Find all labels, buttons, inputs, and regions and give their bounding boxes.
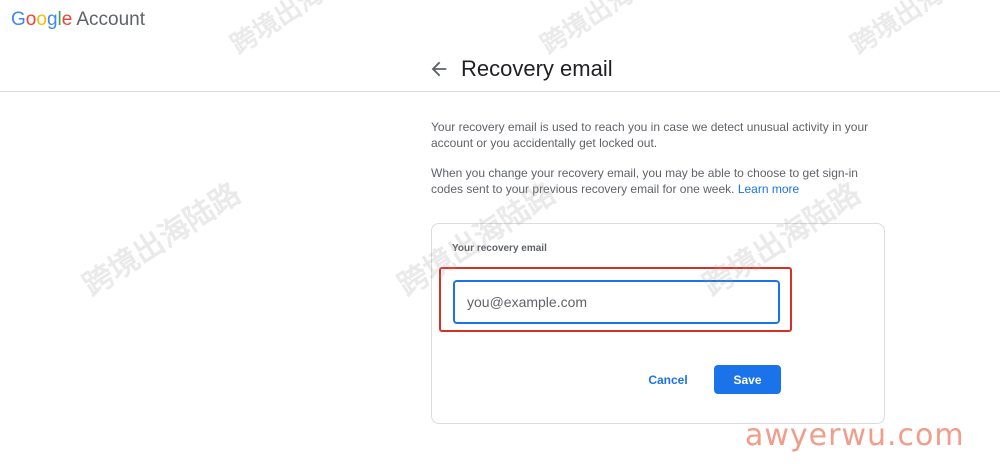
back-arrow-icon[interactable]: [428, 58, 450, 80]
page-title: Recovery email: [461, 56, 613, 81]
logo-letter: G: [11, 9, 26, 30]
save-button[interactable]: Save: [714, 365, 781, 394]
field-label: Your recovery email: [452, 243, 547, 254]
logo-letter: o: [36, 9, 47, 30]
description-paragraph: Your recovery email is used to reach you…: [431, 120, 869, 150]
top-bar: Google Account: [0, 0, 1000, 40]
logo-letter: o: [25, 9, 37, 30]
description-paragraph: When you change your recovery email, you…: [431, 165, 891, 197]
learn-more-link[interactable]: Learn more: [738, 182, 799, 196]
recovery-email-input[interactable]: [453, 280, 780, 324]
logo-product-name: Account: [76, 9, 145, 30]
cancel-button[interactable]: Cancel: [637, 366, 699, 394]
logo-letter: g: [46, 9, 58, 30]
logo-letter: e: [61, 9, 73, 30]
google-account-logo[interactable]: Google Account: [11, 8, 145, 32]
watermark-text: 跨境出海陆路: [76, 176, 247, 304]
header-divider: [0, 91, 1000, 92]
